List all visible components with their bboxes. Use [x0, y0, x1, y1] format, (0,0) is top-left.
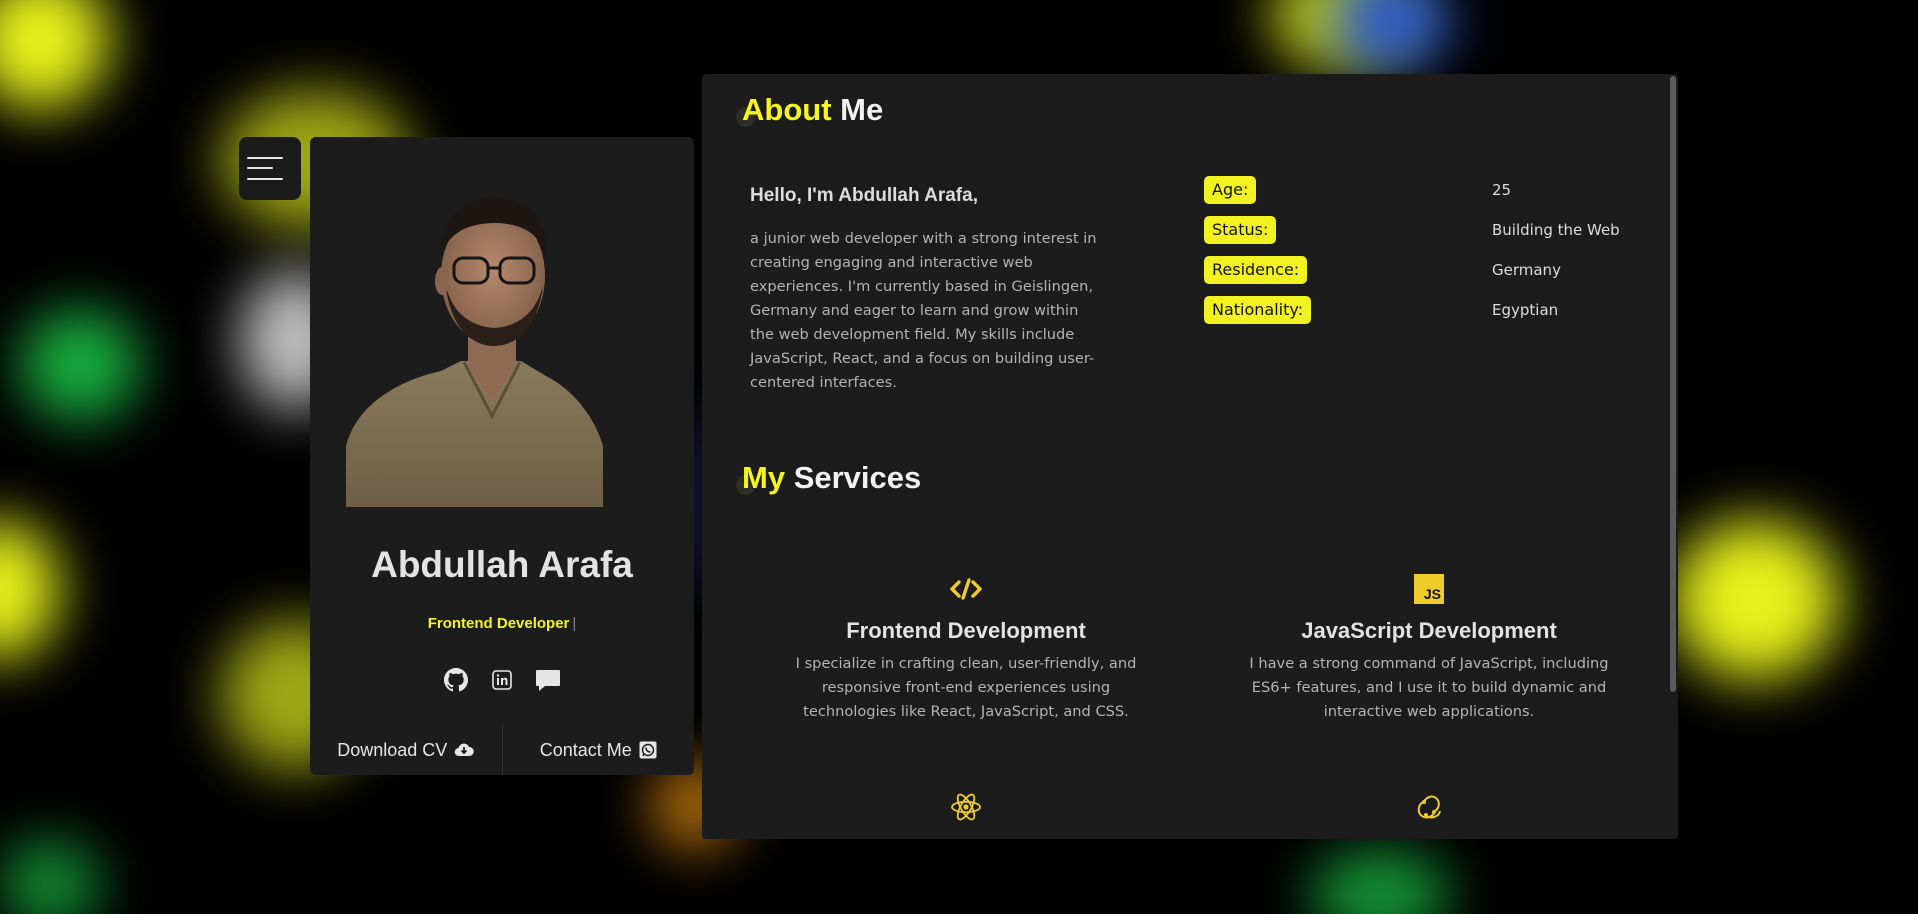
contact-me-button[interactable]: Contact Me: [503, 725, 695, 775]
typing-cursor: |: [572, 615, 577, 632]
cloud-download-icon: [455, 743, 475, 757]
background-blob: [20, 310, 140, 420]
service-title: Frontend Development: [846, 618, 1086, 643]
service-icon-wrap: [1219, 790, 1639, 824]
code-icon: [950, 578, 982, 600]
download-cv-button[interactable]: Download CV: [310, 725, 502, 775]
info-label: Status:: [1204, 216, 1277, 244]
service-frontend: Frontend Development I specialize in cra…: [756, 572, 1176, 724]
info-label: Nationality:: [1204, 296, 1312, 324]
scrollbar-thumb[interactable]: [1670, 76, 1676, 692]
service-redux: [1219, 790, 1639, 824]
role-text: Frontend Developer: [427, 615, 570, 632]
profile-role: Frontend Developer |: [310, 615, 694, 632]
github-link[interactable]: [442, 666, 470, 694]
info-row-residence: Residence: Germany: [1204, 250, 1644, 290]
linkedin-icon: [492, 670, 512, 690]
service-description: I specialize in crafting clean, user-fri…: [795, 655, 1137, 720]
profile-photo: [346, 176, 603, 507]
services-title-rest: Services: [793, 460, 922, 495]
info-row-age: Age: 25: [1204, 170, 1644, 210]
whatsapp-icon: [639, 741, 657, 759]
profile-name: Abdullah Arafa: [371, 544, 633, 585]
service-description: I have a strong command of JavaScript, i…: [1249, 655, 1609, 720]
info-value: Egyptian: [1492, 301, 1559, 319]
about-title-rest: Me: [840, 92, 884, 127]
background-blob: [1670, 520, 1840, 680]
info-value: Building the Web: [1492, 221, 1620, 239]
service-title: JavaScript Development: [1301, 618, 1557, 643]
contact-me-label: Contact Me: [539, 739, 632, 760]
service-icon-wrap: JS: [1219, 572, 1639, 606]
services-title-accent: My: [742, 460, 786, 495]
content-panel[interactable]: About Me Hello, I'm Abdullah Arafa, a ju…: [702, 74, 1678, 839]
about-title: About Me: [742, 92, 883, 128]
services-title: My Services: [742, 460, 921, 496]
about-title-accent: About: [742, 92, 832, 127]
react-icon: [951, 793, 981, 821]
info-row-status: Status: Building the Web: [1204, 210, 1644, 250]
page-background: Abdullah Arafa Frontend Developer | Down…: [0, 0, 1918, 914]
personal-info: Age: 25 Status: Building the Web Residen…: [1204, 170, 1644, 330]
social-links: [310, 666, 694, 694]
greeting: Hello, I'm Abdullah Arafa,: [750, 185, 978, 206]
background-blob: [0, 0, 110, 110]
menu-button[interactable]: [239, 137, 301, 200]
bio-text: a junior web developer with a strong int…: [750, 230, 1097, 391]
info-label: Age:: [1204, 176, 1257, 204]
info-row-nationality: Nationality: Egyptian: [1204, 290, 1644, 330]
info-label: Residence:: [1204, 256, 1308, 284]
chat-icon: [536, 670, 560, 691]
background-blob: [0, 520, 60, 660]
info-value: 25: [1492, 181, 1512, 199]
service-icon-wrap: [756, 790, 1176, 824]
linkedin-link[interactable]: [488, 666, 516, 694]
javascript-icon: JS: [1414, 574, 1444, 604]
chat-link[interactable]: [534, 666, 562, 694]
service-icon-wrap: [756, 572, 1176, 606]
profile-actions: Download CV Contact Me: [310, 725, 694, 775]
redux-icon: [1417, 795, 1441, 819]
service-react: [756, 790, 1176, 824]
service-javascript: JS JavaScript Development I have a stron…: [1219, 572, 1639, 724]
background-blob: [1310, 850, 1450, 914]
info-value: Germany: [1492, 261, 1561, 279]
profile-card: Abdullah Arafa Frontend Developer | Down…: [310, 137, 694, 775]
background-blob: [0, 840, 100, 914]
download-cv-label: Download CV: [337, 739, 448, 760]
github-icon: [444, 668, 468, 692]
